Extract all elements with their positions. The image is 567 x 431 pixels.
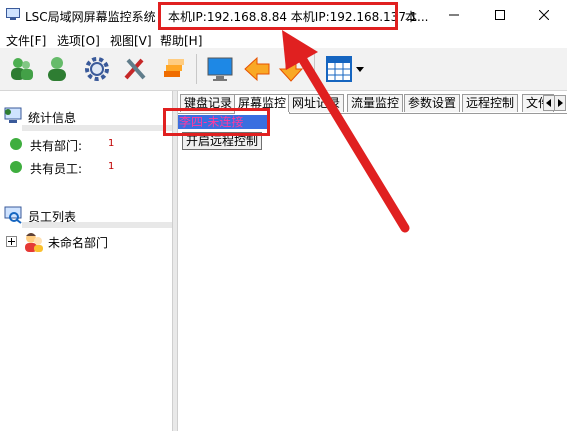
toolbar-grid-button[interactable] xyxy=(322,52,356,86)
departments-label: 共有部门: xyxy=(30,139,83,153)
ip-highlight-box xyxy=(158,2,398,30)
arrow-down-icon xyxy=(278,56,304,82)
tab-traffic-monitor[interactable]: 流量监控 xyxy=(347,94,404,112)
minimize-button[interactable] xyxy=(431,0,477,30)
menu-file[interactable]: 文件[F] xyxy=(6,32,46,49)
stack-icon xyxy=(164,59,184,77)
menu-bar: 文件[F] 选项[O] 视图[V] 帮助[H] xyxy=(0,30,567,48)
section-divider xyxy=(22,222,172,228)
stats-computer-icon xyxy=(4,107,22,123)
toolbar-back-button[interactable] xyxy=(240,52,274,86)
left-panel: 统计信息 共有部门: 1 共有员工: 1 员工列表 未命名部门 xyxy=(0,91,172,431)
calendar-grid-icon xyxy=(326,56,352,82)
employees-label: 共有员工: xyxy=(30,162,83,176)
toolbar-monitor-button[interactable] xyxy=(203,52,237,86)
right-panel: 键盘记录 屏幕监控 网址记录 流量监控 参数设置 远程控制 文件 李四-未连接 … xyxy=(178,91,567,431)
menu-view[interactable]: 视图[V] xyxy=(110,32,152,49)
tab-scroll-right-button[interactable] xyxy=(554,95,566,111)
title-overflow-text: 本... xyxy=(405,10,429,24)
employees-value: 1 xyxy=(108,161,115,172)
employee-search-icon xyxy=(4,206,22,224)
users-green-icon xyxy=(11,58,33,80)
section-divider xyxy=(22,125,172,131)
dropdown-icon xyxy=(356,67,364,72)
maximize-button[interactable] xyxy=(477,0,523,30)
window-title: LSC局域网屏幕监控系统 xyxy=(25,10,156,24)
toolbar-user-button[interactable] xyxy=(40,52,74,86)
arrow-left-icon xyxy=(244,56,270,82)
tools-icon xyxy=(124,58,146,80)
status-check-icon xyxy=(10,138,22,150)
tab-url-log[interactable]: 网址记录 xyxy=(288,94,345,112)
gear-icon xyxy=(85,57,109,81)
toolbar-users-button[interactable] xyxy=(4,52,38,86)
close-button[interactable] xyxy=(521,0,567,30)
chevron-left-icon xyxy=(546,99,551,107)
tab-remote-control[interactable]: 远程控制 xyxy=(462,94,519,112)
menu-options[interactable]: 选项[O] xyxy=(57,32,100,49)
tree-expand-icon[interactable] xyxy=(6,236,17,247)
tree-item-department[interactable]: 未命名部门 xyxy=(6,231,166,253)
menu-help[interactable]: 帮助[H] xyxy=(160,32,202,49)
user-green-icon xyxy=(48,57,66,81)
toolbar-down-button[interactable] xyxy=(274,52,308,86)
departments-value: 1 xyxy=(108,138,115,149)
stats-title: 统计信息 xyxy=(28,111,77,125)
toolbar xyxy=(0,48,567,91)
tree-item-label: 未命名部门 xyxy=(48,236,109,250)
status-check-icon xyxy=(10,161,22,173)
toolbar-dropdown-button[interactable] xyxy=(353,52,367,86)
maximize-icon xyxy=(495,10,505,20)
department-people-icon xyxy=(25,233,43,252)
user-highlight-box xyxy=(163,108,270,136)
tab-parameters[interactable]: 参数设置 xyxy=(404,94,461,112)
toolbar-tools-button[interactable] xyxy=(118,52,152,86)
close-icon xyxy=(539,10,549,20)
chevron-right-icon xyxy=(558,99,563,107)
toolbar-separator xyxy=(196,54,197,84)
toolbar-stack-button[interactable] xyxy=(157,52,191,86)
toolbar-settings-button[interactable] xyxy=(80,52,114,86)
minimize-icon xyxy=(449,14,459,16)
toolbar-separator xyxy=(314,54,315,84)
monitor-icon xyxy=(207,57,233,81)
app-icon xyxy=(6,8,20,20)
